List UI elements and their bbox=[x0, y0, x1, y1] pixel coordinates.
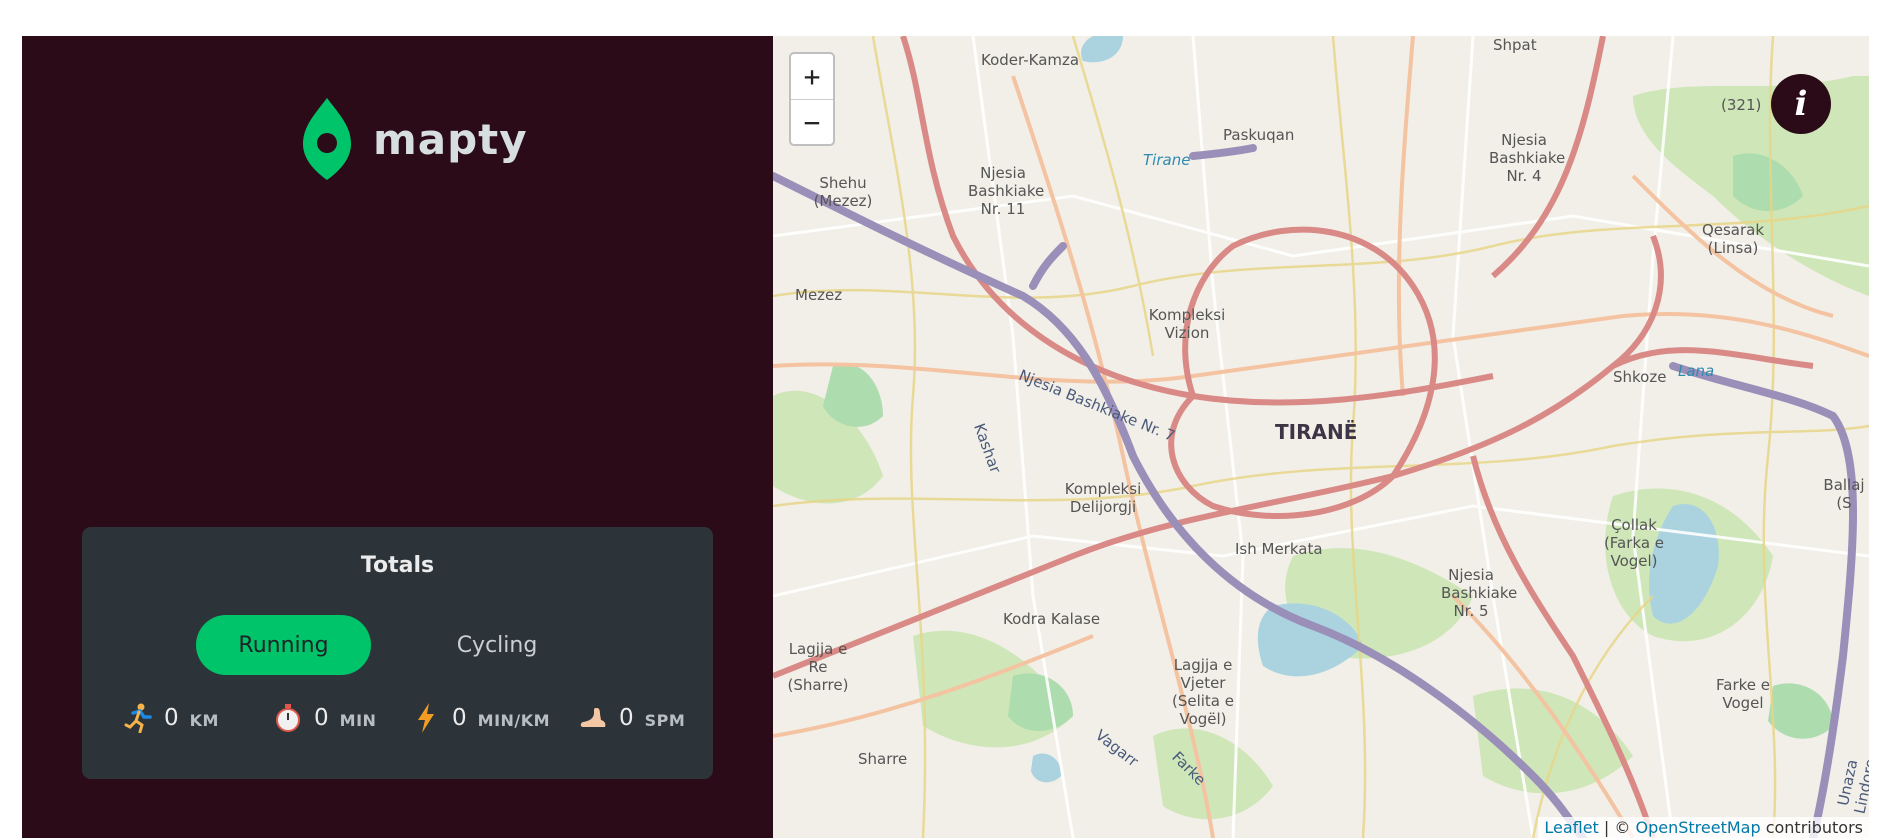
stat-distance: 0 KM bbox=[124, 693, 219, 743]
osm-link[interactable]: OpenStreetMap bbox=[1635, 818, 1760, 837]
map-label: Shpat bbox=[1493, 36, 1537, 54]
map-label: Ballaj (S bbox=[1823, 476, 1865, 512]
map-label: Farke e Vogel bbox=[1716, 676, 1770, 712]
totals-panel: Totals Running Cycling 0 KM 0 MIN 0 MIN/… bbox=[82, 527, 713, 779]
map-label: Kompleksi Delijorgji bbox=[1064, 480, 1142, 516]
stats-row: 0 KM 0 MIN 0 MIN/KM 0 SPM bbox=[82, 693, 713, 743]
map[interactable]: Koder-Kamza Shpat Paskuqan Tirane Njesia… bbox=[773, 36, 1869, 838]
stat-duration-unit: MIN bbox=[339, 710, 377, 730]
stopwatch-icon bbox=[274, 702, 302, 734]
map-label: Qesarak (Linsa) bbox=[1701, 221, 1765, 257]
logo: mapty bbox=[299, 96, 528, 182]
map-label: Lagjja e Re (Sharre) bbox=[787, 640, 849, 694]
stat-distance-unit: KM bbox=[189, 710, 219, 730]
stat-pace: 0 MIN/KM bbox=[412, 693, 550, 743]
map-label: (321) bbox=[1721, 96, 1762, 114]
attribution-suffix: contributors bbox=[1760, 818, 1863, 837]
lightning-icon bbox=[412, 702, 440, 734]
info-icon: i bbox=[1794, 84, 1808, 124]
zoom-control: + − bbox=[789, 52, 835, 146]
map-label: Kodra Kalase bbox=[1003, 610, 1101, 628]
stat-cadence-unit: SPM bbox=[644, 710, 686, 730]
foot-icon bbox=[579, 702, 607, 734]
map-label: Lagjja e Vjeter (Selita e Vogël) bbox=[1171, 656, 1234, 728]
sidebar: mapty Totals Running Cycling 0 KM 0 MIN … bbox=[22, 36, 773, 838]
map-label: Shkoze bbox=[1613, 368, 1667, 386]
map-label: Koder-Kamza bbox=[981, 51, 1080, 69]
app: mapty Totals Running Cycling 0 KM 0 MIN … bbox=[22, 36, 1869, 838]
map-label: Njesia Bashkiake Nr. 11 bbox=[968, 164, 1045, 218]
tab-cycling[interactable]: Cycling bbox=[402, 615, 592, 675]
map-label: Kompleksi Vizion bbox=[1148, 306, 1226, 342]
stat-distance-value: 0 bbox=[164, 705, 179, 731]
stat-cadence: 0 SPM bbox=[579, 693, 685, 743]
map-attribution: Leaflet | © OpenStreetMap contributors bbox=[1538, 817, 1869, 838]
map-label: Shehu (Mezez) bbox=[813, 174, 873, 210]
stat-pace-unit: MIN/KM bbox=[477, 710, 551, 730]
stat-duration-value: 0 bbox=[314, 705, 329, 731]
map-label: Çollak (Farka e Vogel) bbox=[1603, 516, 1665, 570]
tab-running[interactable]: Running bbox=[196, 615, 371, 675]
map-label: Mezez bbox=[795, 286, 843, 304]
map-label: Njesia Bashkiake Nr. 4 bbox=[1489, 131, 1566, 185]
zoom-out-button[interactable]: − bbox=[791, 99, 833, 144]
map-pin-icon bbox=[303, 98, 351, 180]
info-button[interactable]: i bbox=[1771, 74, 1831, 134]
attribution-separator: | © bbox=[1598, 818, 1636, 837]
map-label: Njesia Bashkiake Nr. 5 bbox=[1441, 566, 1518, 620]
map-label: Ish Merkata bbox=[1235, 540, 1323, 558]
stat-pace-value: 0 bbox=[452, 705, 467, 731]
runner-icon bbox=[124, 702, 152, 734]
map-label: Tirane bbox=[1143, 151, 1191, 169]
city-label: TIRANË bbox=[1275, 420, 1358, 444]
logo-text: mapty bbox=[373, 114, 528, 164]
totals-title: Totals bbox=[360, 553, 435, 578]
stat-duration: 0 MIN bbox=[274, 693, 376, 743]
map-label: Paskuqan bbox=[1223, 126, 1295, 144]
leaflet-link[interactable]: Leaflet bbox=[1544, 818, 1598, 837]
stat-cadence-value: 0 bbox=[619, 705, 634, 731]
zoom-in-button[interactable]: + bbox=[791, 54, 833, 99]
map-label: Lana bbox=[1678, 362, 1715, 380]
map-label: Sharre bbox=[858, 750, 908, 768]
